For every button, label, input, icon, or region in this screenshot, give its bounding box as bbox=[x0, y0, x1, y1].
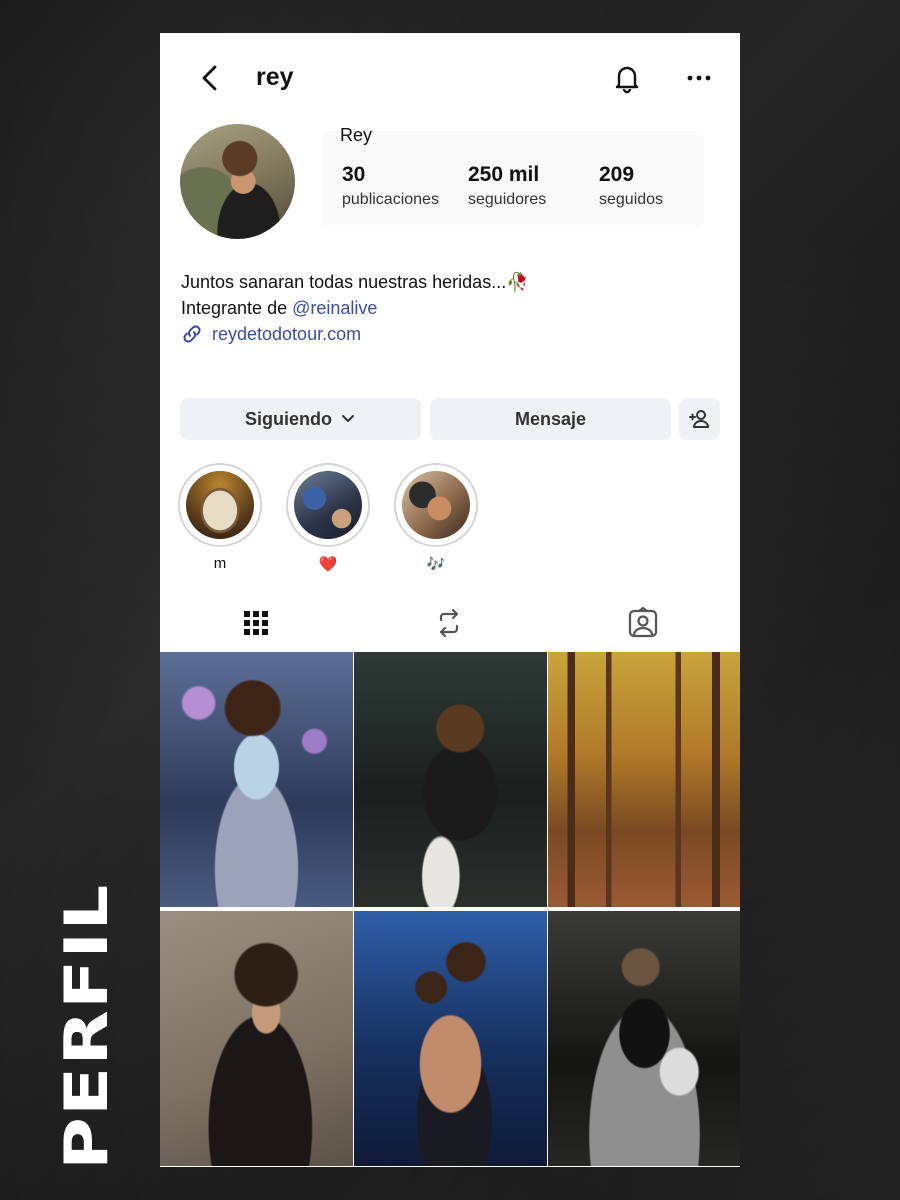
story-highlight-2[interactable]: ❤️ bbox=[285, 463, 371, 573]
stat-posts[interactable]: 30 publicaciones bbox=[342, 163, 439, 209]
reposts-icon[interactable] bbox=[432, 606, 466, 640]
chevron-down-icon bbox=[342, 415, 354, 422]
message-button[interactable]: Mensaje bbox=[430, 398, 671, 440]
top-bar: rey bbox=[160, 33, 740, 123]
profile-screen: rey Rey 30 publicaciones 250 mil seguido… bbox=[160, 33, 740, 1167]
story-highlight-1[interactable]: m bbox=[177, 463, 263, 572]
stat-posts-value: 30 bbox=[342, 163, 366, 186]
tagged-posts-icon[interactable] bbox=[626, 606, 660, 640]
story-highlight-label: m bbox=[213, 555, 227, 572]
stat-following-value: 209 bbox=[599, 163, 635, 186]
story-highlight-cover bbox=[186, 471, 254, 539]
story-highlight-label: 🎶 bbox=[426, 556, 446, 573]
profile-avatar[interactable] bbox=[180, 124, 295, 239]
stat-followers[interactable]: 250 mil seguidores bbox=[468, 163, 546, 209]
post-image bbox=[548, 911, 740, 1166]
post-thumbnail-5[interactable] bbox=[354, 911, 547, 1166]
website-link[interactable]: reydetodotour.com bbox=[181, 323, 361, 345]
story-highlight-ring bbox=[286, 463, 370, 547]
link-icon bbox=[183, 325, 201, 343]
post-thumbnail-2[interactable] bbox=[354, 652, 547, 907]
post-image bbox=[548, 652, 740, 907]
notification-bell-icon[interactable] bbox=[610, 61, 644, 95]
posts-grid bbox=[160, 652, 740, 1167]
stat-followers-label: seguidores bbox=[468, 191, 547, 208]
bio: Juntos sanaran todas nuestras heridas...… bbox=[181, 269, 529, 321]
message-button-label: Mensaje bbox=[514, 408, 587, 429]
stat-following-label: seguidos bbox=[599, 191, 664, 208]
post-thumbnail-6[interactable] bbox=[548, 911, 740, 1166]
bio-prefix: Integrante de bbox=[181, 298, 293, 318]
story-highlight-cover bbox=[402, 471, 470, 539]
add-person-icon bbox=[688, 410, 709, 428]
display-name: Rey bbox=[340, 125, 373, 145]
stat-posts-label: publicaciones bbox=[342, 191, 439, 208]
profile-username: rey bbox=[256, 63, 294, 91]
following-button-label: Siguiendo bbox=[245, 408, 332, 429]
post-thumbnail-1[interactable] bbox=[160, 652, 353, 907]
story-highlight-ring bbox=[178, 463, 262, 547]
post-image bbox=[160, 911, 353, 1166]
website-link-text: reydetodotour.com bbox=[212, 323, 362, 344]
post-image bbox=[354, 652, 547, 907]
post-image bbox=[354, 911, 547, 1166]
suggest-people-button[interactable] bbox=[679, 398, 720, 440]
grid-posts-icon[interactable] bbox=[239, 606, 273, 640]
stat-following[interactable]: 209 seguidos bbox=[599, 163, 663, 209]
story-highlight-cover bbox=[294, 471, 362, 539]
profile-tabs bbox=[160, 598, 740, 652]
more-options-icon[interactable] bbox=[682, 61, 716, 95]
following-button[interactable]: Siguiendo bbox=[180, 398, 421, 440]
post-thumbnail-4[interactable] bbox=[160, 911, 353, 1166]
story-highlight-3[interactable]: 🎶 bbox=[393, 463, 479, 573]
story-highlight-label: ❤️ bbox=[318, 556, 338, 573]
side-caption: PERFIL bbox=[52, 883, 122, 1170]
post-image bbox=[160, 652, 353, 907]
bio-line-1: Juntos sanaran todas nuestras heridas...… bbox=[181, 272, 529, 292]
bio-mention-link[interactable]: @reinalive bbox=[292, 298, 377, 318]
stat-followers-value: 250 mil bbox=[468, 163, 540, 186]
bio-line-2: Integrante de @reinalive bbox=[181, 295, 529, 321]
back-arrow-icon[interactable] bbox=[196, 63, 226, 93]
story-highlight-ring bbox=[394, 463, 478, 547]
post-thumbnail-3[interactable] bbox=[548, 652, 740, 907]
